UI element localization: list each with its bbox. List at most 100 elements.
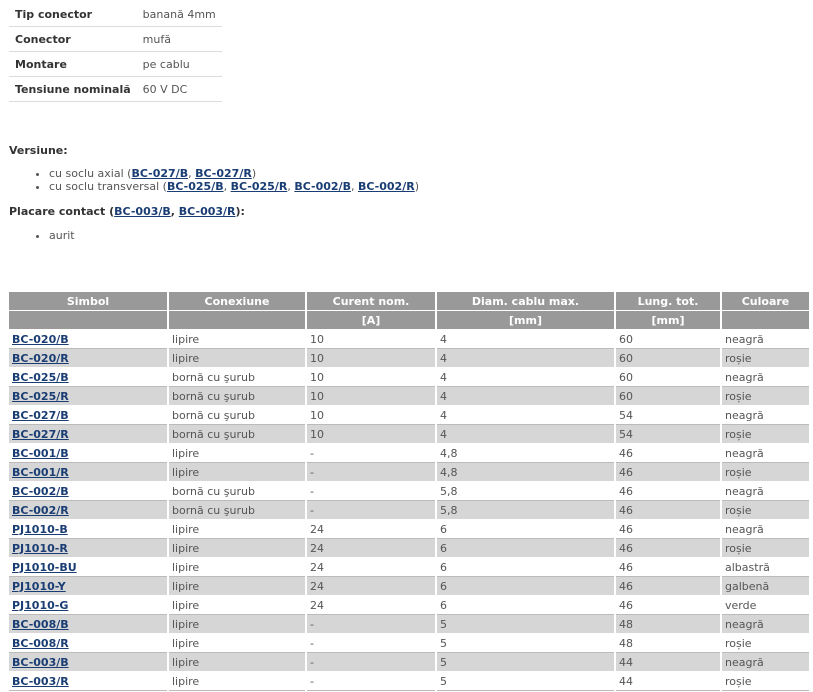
link-bc-002-r[interactable]: BC-002/R	[358, 180, 415, 193]
cell-culoare: roșie	[721, 386, 809, 406]
link-bc-002-b[interactable]: BC-002/B	[294, 180, 351, 193]
link-bc-003-r[interactable]: BC-003/R	[179, 205, 236, 218]
cell-curent: 10	[306, 329, 437, 349]
cell-diam: 6	[436, 519, 616, 539]
cell-diam: 6	[436, 595, 616, 615]
header-simbol: Simbol	[9, 292, 169, 311]
cell-diam: 6	[436, 576, 616, 596]
cell-curent: -	[306, 500, 437, 520]
link-bc-027-b[interactable]: BC-027/B	[131, 167, 188, 180]
cell-lung: 48	[615, 633, 722, 653]
product-link[interactable]: PJ1010-Y	[12, 580, 66, 593]
cell-lung: 46	[615, 462, 722, 482]
cell-diam: 4	[436, 348, 616, 368]
cell-conexiune: lipire	[168, 633, 307, 653]
cell-lung: 54	[615, 405, 722, 425]
cell-simbol: BC-003/R	[9, 671, 169, 691]
cell-lung: 46	[615, 538, 722, 558]
cell-culoare: neagră	[721, 614, 809, 634]
cell-simbol: BC-008/R	[9, 633, 169, 653]
version-transversal: cu soclu transversal (BC-025/B, BC-025/R…	[49, 180, 419, 193]
cell-lung: 46	[615, 595, 722, 615]
cell-culoare: galbenă	[721, 576, 809, 596]
unit-diam: [mm]	[436, 310, 616, 330]
product-link[interactable]: BC-002/B	[12, 485, 69, 498]
table-row: PJ1010-R lipire 24 6 46 roșie	[9, 538, 809, 558]
product-link[interactable]: BC-025/R	[12, 390, 69, 403]
plating-prefix: Placare contact (	[9, 205, 115, 218]
version-axial-suffix: )	[251, 167, 257, 180]
version-transversal-suffix: )	[414, 180, 419, 193]
cell-simbol: PJ1010-B	[9, 519, 169, 539]
cell-simbol: BC-020/B	[9, 329, 169, 349]
table-row: BC-020/B lipire 10 4 60 neagră	[9, 329, 809, 349]
cell-conexiune: lipire	[168, 443, 307, 463]
cell-lung: 44	[615, 652, 722, 672]
header-conexiune: Conexiune	[168, 292, 307, 311]
cell-conexiune: lipire	[168, 614, 307, 634]
table-row: BC-008/B lipire -5 48 neagră	[9, 614, 809, 634]
product-link[interactable]: BC-008/B	[12, 618, 69, 631]
cell-diam: 4,8	[436, 462, 616, 482]
link-bc-027-r[interactable]: BC-027/R	[195, 167, 252, 180]
cell-conexiune: lipire	[168, 557, 307, 577]
product-link[interactable]: BC-027/R	[12, 428, 69, 441]
table-row: BC-001/R lipire -4,8 46 roșie	[9, 462, 809, 482]
spec-value: mufă	[136, 26, 222, 52]
cell-diam: 4,8	[436, 443, 616, 463]
cell-curent: -	[306, 671, 437, 691]
table-row: BC-020/R lipire 10 4 60 roșie	[9, 348, 809, 368]
version-axial: cu soclu axial (BC-027/B, BC-027/R)	[49, 167, 419, 180]
spec-value: banană 4mm	[136, 2, 222, 27]
product-link[interactable]: PJ1010-R	[12, 542, 68, 555]
link-bc-025-b[interactable]: BC-025/B	[167, 180, 224, 193]
cell-culoare: roșie	[721, 424, 809, 444]
product-link[interactable]: PJ1010-B	[12, 523, 68, 536]
table-row: BC-001/B lipire -4,8 46 neagră	[9, 443, 809, 463]
cell-culoare: neagră	[721, 481, 809, 501]
cell-lung: 46	[615, 519, 722, 539]
cell-curent: 10	[306, 348, 437, 368]
product-link[interactable]: PJ1010-BU	[12, 561, 77, 574]
spec-row: Montare pe cablu	[9, 51, 222, 77]
table-row: BC-003/B lipire -5 44 neagră	[9, 652, 809, 672]
cell-conexiune: lipire	[168, 538, 307, 558]
product-table: Simbol Conexiune Curent nom. Diam. cablu…	[9, 292, 809, 691]
versions-title: Versiune:	[9, 144, 68, 157]
product-link[interactable]: BC-008/R	[12, 637, 69, 650]
cell-conexiune: lipire	[168, 329, 307, 349]
product-link[interactable]: BC-020/B	[12, 333, 69, 346]
unit-culoare	[721, 310, 809, 330]
table-row: BC-008/R lipire -5 48 roșie	[9, 633, 809, 653]
product-link[interactable]: BC-025/B	[12, 371, 69, 384]
cell-diam: 5	[436, 614, 616, 634]
link-bc-025-r[interactable]: BC-025/R	[231, 180, 288, 193]
product-link[interactable]: BC-003/B	[12, 656, 69, 669]
cell-simbol: BC-002/B	[9, 481, 169, 501]
cell-culoare: roșie	[721, 462, 809, 482]
cell-lung: 60	[615, 367, 722, 387]
cell-conexiune: lipire	[168, 671, 307, 691]
table-row: BC-025/R bornă cu şurub 10 4 60 roșie	[9, 386, 809, 406]
plating-list: aurit	[35, 229, 75, 242]
product-link[interactable]: BC-027/B	[12, 409, 69, 422]
product-link[interactable]: BC-002/R	[12, 504, 69, 517]
spec-table: Tip conector banană 4mm Conector mufă Mo…	[9, 2, 222, 102]
cell-simbol: BC-027/B	[9, 405, 169, 425]
table-row: PJ1010-BU lipire 24 6 46 albastră	[9, 557, 809, 577]
cell-culoare: neagră	[721, 519, 809, 539]
cell-simbol: BC-020/R	[9, 348, 169, 368]
product-link[interactable]: PJ1010-G	[12, 599, 68, 612]
product-link[interactable]: BC-003/R	[12, 675, 69, 688]
link-bc-003-b[interactable]: BC-003/B	[114, 205, 171, 218]
cell-culoare: neagră	[721, 367, 809, 387]
cell-culoare: neagră	[721, 329, 809, 349]
table-row: BC-002/R bornă cu şurub -5,8 46 roșie	[9, 500, 809, 520]
product-link[interactable]: BC-001/B	[12, 447, 69, 460]
table-row: BC-027/B bornă cu şurub 10 4 54 neagră	[9, 405, 809, 425]
cell-lung: 46	[615, 500, 722, 520]
product-link[interactable]: BC-020/R	[12, 352, 69, 365]
cell-conexiune: bornă cu şurub	[168, 500, 307, 520]
cell-lung: 54	[615, 424, 722, 444]
product-link[interactable]: BC-001/R	[12, 466, 69, 479]
